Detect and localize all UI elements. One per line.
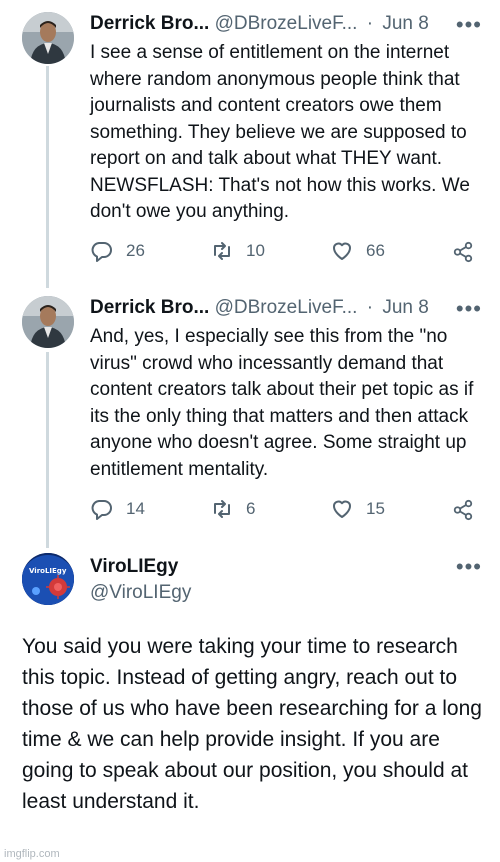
share-button[interactable]	[452, 499, 474, 526]
author-handle[interactable]: @DBrozeLiveF...	[215, 297, 358, 318]
tweet[interactable]: Derrick Bro... @DBrozeLiveF... · Jun 8 •…	[0, 0, 500, 290]
tweet-date[interactable]: Jun 8	[382, 297, 428, 318]
tweet-actions: 14 6 15	[90, 497, 484, 527]
reply-count: 26	[126, 241, 145, 260]
reply-button[interactable]: 14	[90, 497, 145, 521]
like-button[interactable]: 66	[330, 239, 385, 263]
retweet-count: 10	[246, 241, 265, 260]
heart-icon	[333, 242, 351, 260]
share-icon	[453, 499, 473, 521]
retweet-button[interactable]: 10	[210, 239, 265, 263]
reply-button[interactable]: 26	[90, 239, 145, 263]
retweet-icon	[214, 242, 230, 260]
retweet-icon	[214, 500, 230, 518]
separator: ·	[366, 297, 374, 318]
watermark: imgflip.com	[4, 848, 60, 860]
avatar-label: ViroLIEgy	[29, 567, 67, 575]
reply-icon	[91, 500, 112, 520]
author-name[interactable]: ViroLIEgy	[90, 556, 178, 577]
avatar[interactable]: ViroLIEgy	[22, 553, 74, 605]
like-count: 15	[366, 499, 385, 518]
like-count: 66	[366, 241, 385, 260]
author-name[interactable]: Derrick Bro...	[90, 13, 209, 34]
like-button[interactable]: 15	[330, 497, 385, 521]
tweet-header: Derrick Bro... @DBrozeLiveF... · Jun 8	[90, 13, 480, 35]
heart-icon	[333, 500, 351, 518]
reply-icon	[91, 242, 112, 262]
tweet-actions: 26 10 66	[90, 239, 484, 269]
more-options-icon[interactable]: •••	[456, 296, 482, 322]
author-name[interactable]: Derrick Bro...	[90, 297, 209, 318]
reply-handle-row: @ViroLIEgy	[90, 582, 480, 604]
tweet[interactable]: Derrick Bro... @DBrozeLiveF... · Jun 8 •…	[0, 290, 500, 550]
more-options-icon[interactable]: •••	[456, 554, 482, 580]
avatar[interactable]	[22, 296, 74, 348]
tweet-header: Derrick Bro... @DBrozeLiveF... · Jun 8	[90, 297, 480, 319]
reply-count: 14	[126, 499, 145, 518]
retweet-count: 6	[246, 499, 256, 518]
retweet-button[interactable]: 6	[210, 497, 255, 521]
share-icon	[453, 241, 473, 263]
author-handle[interactable]: @DBrozeLiveF...	[215, 13, 358, 34]
author-handle[interactable]: @ViroLIEgy	[90, 582, 191, 603]
tweet-text: I see a sense of entitlement on the inte…	[90, 42, 470, 222]
more-options-icon[interactable]: •••	[456, 12, 482, 38]
avatar[interactable]	[22, 12, 74, 64]
reply-name: ViroLIEgy	[90, 556, 480, 578]
tweet-date[interactable]: Jun 8	[382, 13, 428, 34]
share-button[interactable]	[452, 241, 474, 268]
tweet-text: And, yes, I especially see this from the…	[90, 326, 474, 480]
reply-text: You said you were taking your time to re…	[22, 635, 482, 813]
separator: ·	[366, 13, 374, 34]
